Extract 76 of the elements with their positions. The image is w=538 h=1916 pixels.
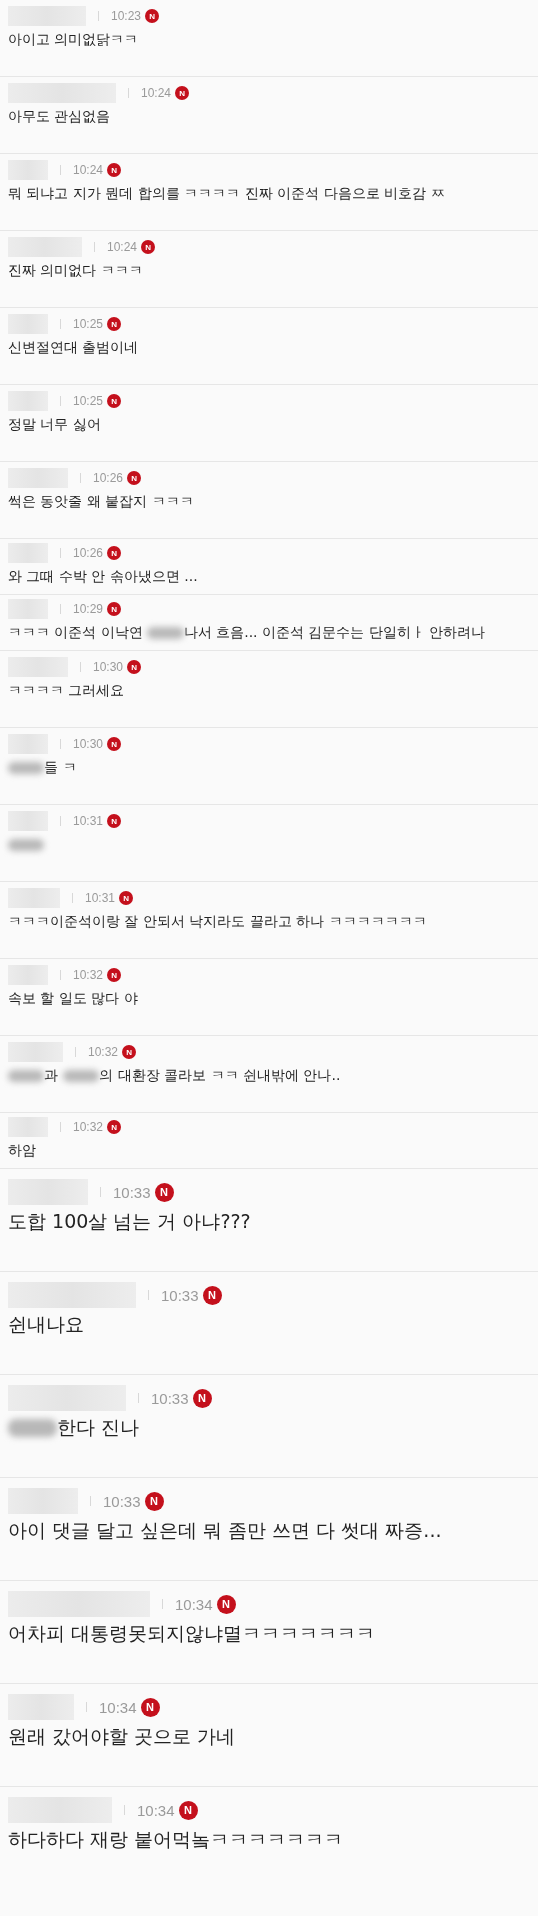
comment-text: 들 ㅋ [44, 759, 77, 777]
comment-text: 과 [44, 1067, 60, 1085]
new-badge: N [178, 1800, 198, 1820]
comment-text: 아이 댓글 달고 싶은데 뭐 좀만 쓰면 다 썻대 짜증... [8, 1518, 442, 1543]
new-badge: N [107, 317, 122, 331]
comment-text: 썩은 동앗줄 왜 붙잡지 ㅋㅋㅋ [8, 493, 194, 511]
comment-text: 속보 할 일도 많다 야 [8, 990, 138, 1008]
new-badge: N [127, 471, 142, 485]
comment-time: 10:23 [111, 9, 142, 23]
new-badge: N [145, 9, 160, 23]
comment-text: 아무도 관심없음 [8, 108, 111, 126]
new-badge: N [107, 1120, 122, 1134]
comment-text: 어차피 대통령못되지않냐멸ㅋㅋㅋㅋㅋㅋㅋ [8, 1621, 376, 1646]
comment-time: 10:34 [137, 1801, 175, 1819]
comment-text: 와 그때 수박 안 솎아냈으면 ... [8, 568, 198, 586]
comment-text: 도합 100살 넘는 거 아냐??? [8, 1209, 251, 1234]
comment-text: 진짜 의미없다 ㅋㅋㅋ [8, 262, 143, 280]
comment-text: 하다하다 재랑 붙어먹놐ㅋㅋㅋㅋㅋㅋㅋ [8, 1827, 344, 1852]
blurred-text [8, 1069, 45, 1083]
comment-time: 10:33 [151, 1389, 189, 1407]
new-badge: N [107, 163, 122, 177]
new-badge: N [202, 1285, 222, 1305]
comment-time: 10:34 [99, 1698, 137, 1716]
comment-text: ㅋㅋㅋㅋ 그러세요 [8, 682, 125, 700]
comment-text: 의 대환장 콜라보 ㅋㅋ 쉰내밖에 안나.. [99, 1067, 341, 1085]
new-badge: N [140, 1697, 160, 1717]
comment-time: 10:30 [73, 737, 104, 751]
blurred-text [8, 1419, 58, 1437]
comment-text: 신변절연대 출범이네 [8, 339, 139, 357]
comment-text: ㅋㅋㅋ 이준석 이낙연 [8, 624, 144, 642]
comment-time: 10:25 [73, 394, 104, 408]
comment-text: 원래 갔어야할 곳으로 가네 [8, 1724, 236, 1749]
comment-time: 10:33 [113, 1183, 151, 1201]
comment-text: 한다 진나 [57, 1415, 140, 1440]
comment-time: 10:24 [73, 163, 104, 177]
new-badge: N [107, 814, 122, 828]
comment-time: 10:24 [141, 86, 172, 100]
new-badge: N [127, 660, 142, 674]
new-badge: N [175, 86, 190, 100]
blurred-text [62, 1069, 100, 1083]
comment-time: 10:25 [73, 317, 104, 331]
new-badge: N [107, 602, 122, 616]
new-badge: N [144, 1491, 164, 1511]
blurred-text [8, 761, 45, 775]
comment-time: 10:26 [73, 546, 104, 560]
comment-time: 10:32 [88, 1045, 119, 1059]
comment-time: 10:31 [85, 891, 116, 905]
comment-text: 뭐 되냐고 지가 뭔데 합의를 ㅋㅋㅋㅋ 진짜 이준석 다음으로 비호감 ㅉ [8, 185, 445, 203]
new-badge: N [107, 968, 122, 982]
new-badge: N [119, 891, 134, 905]
comment-time: 10:33 [103, 1492, 141, 1510]
comment-text: 하암 [8, 1142, 36, 1160]
comment-text: 나서 흐음... 이준석 김문수는 단일히ㅏ 안하려나 [183, 624, 486, 642]
comment-time: 10:24 [107, 240, 138, 254]
new-badge: N [141, 240, 156, 254]
new-badge: N [122, 1045, 137, 1059]
comment-text: ㅋㅋㅋ이준석이랑 잘 안되서 낙지라도 끌라고 하나 ㅋㅋㅋㅋㅋㅋㅋ [8, 913, 427, 931]
new-badge: N [192, 1388, 212, 1408]
comment-time: 10:32 [73, 968, 104, 982]
blurred-text [147, 626, 184, 640]
new-badge: N [107, 546, 122, 560]
comment-time: 10:29 [73, 602, 104, 616]
comment-time: 10:31 [73, 814, 104, 828]
comment-time: 10:30 [93, 660, 124, 674]
comment-text: 아이고 의미없닭ㅋㅋ [8, 31, 139, 49]
comment-time: 10:26 [93, 471, 124, 485]
comment-text: 쉰내나요 [8, 1312, 84, 1337]
comment-time: 10:34 [175, 1595, 213, 1613]
blurred-text [8, 838, 45, 852]
new-badge: N [107, 737, 122, 751]
new-badge: N [107, 394, 122, 408]
comment-time: 10:32 [73, 1120, 104, 1134]
comment-time: 10:33 [161, 1286, 199, 1304]
new-badge: N [154, 1182, 174, 1202]
comment-text: 정말 너무 싫어 [8, 416, 101, 434]
new-badge: N [216, 1594, 236, 1614]
